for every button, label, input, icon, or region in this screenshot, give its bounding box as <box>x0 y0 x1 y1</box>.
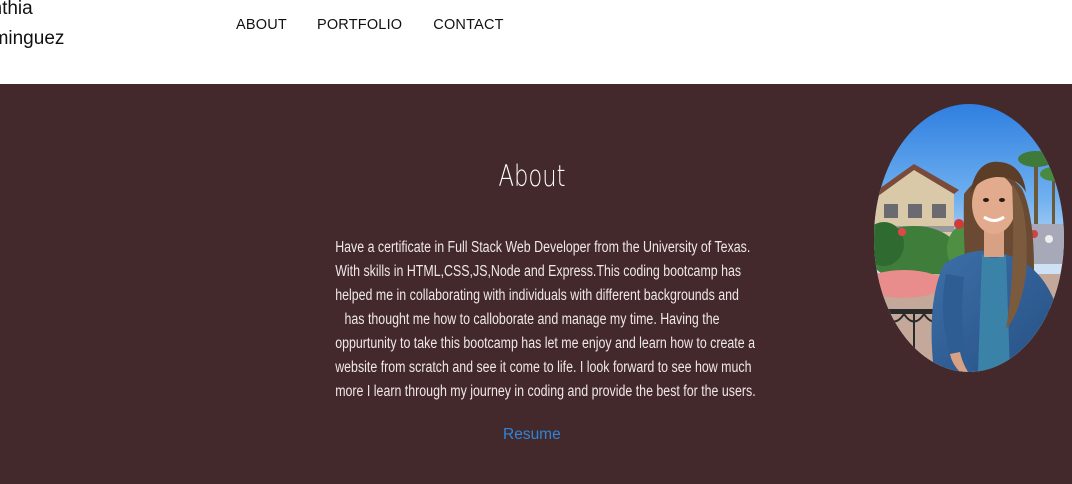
about-paragraph-line: has thought me how to calloborate and ma… <box>344 311 720 328</box>
about-paragraph-line: With skills in HTML,CSS,JS,Node and Expr… <box>335 263 742 280</box>
profile-photo <box>874 104 1064 372</box>
about-paragraph: Have a certificate in Full Stack Web Dev… <box>335 236 756 404</box>
nav-link-portfolio[interactable]: PORTFOLIO <box>317 17 402 33</box>
about-title: About <box>498 159 566 193</box>
about-paragraph-line: website from scratch and see it come to … <box>335 359 752 376</box>
profile-photo-illustration <box>874 104 1064 372</box>
site-header: ynthia ominguez ABOUT PORTFOLIO CONTACT <box>0 0 1072 84</box>
about-section: About Have a certificate in Full Stack W… <box>0 84 1072 484</box>
about-paragraph-line: helped me in collaborating with individu… <box>335 287 739 304</box>
about-paragraph-line: oppurtunity to take this bootcamp has le… <box>335 335 755 352</box>
about-paragraph-line: Have a certificate in Full Stack Web Dev… <box>335 239 751 256</box>
brand-name-line2: ominguez <box>0 28 65 49</box>
nav-link-contact[interactable]: CONTACT <box>433 17 503 33</box>
about-paragraph-line: more I learn through my journey in codin… <box>335 383 756 400</box>
brand-name[interactable]: ynthia ominguez <box>0 0 64 54</box>
main-nav: ABOUT PORTFOLIO CONTACT <box>236 17 504 33</box>
resume-link[interactable]: Resume <box>503 426 561 444</box>
nav-link-about[interactable]: ABOUT <box>236 17 287 33</box>
brand-name-line1: ynthia <box>0 0 33 19</box>
